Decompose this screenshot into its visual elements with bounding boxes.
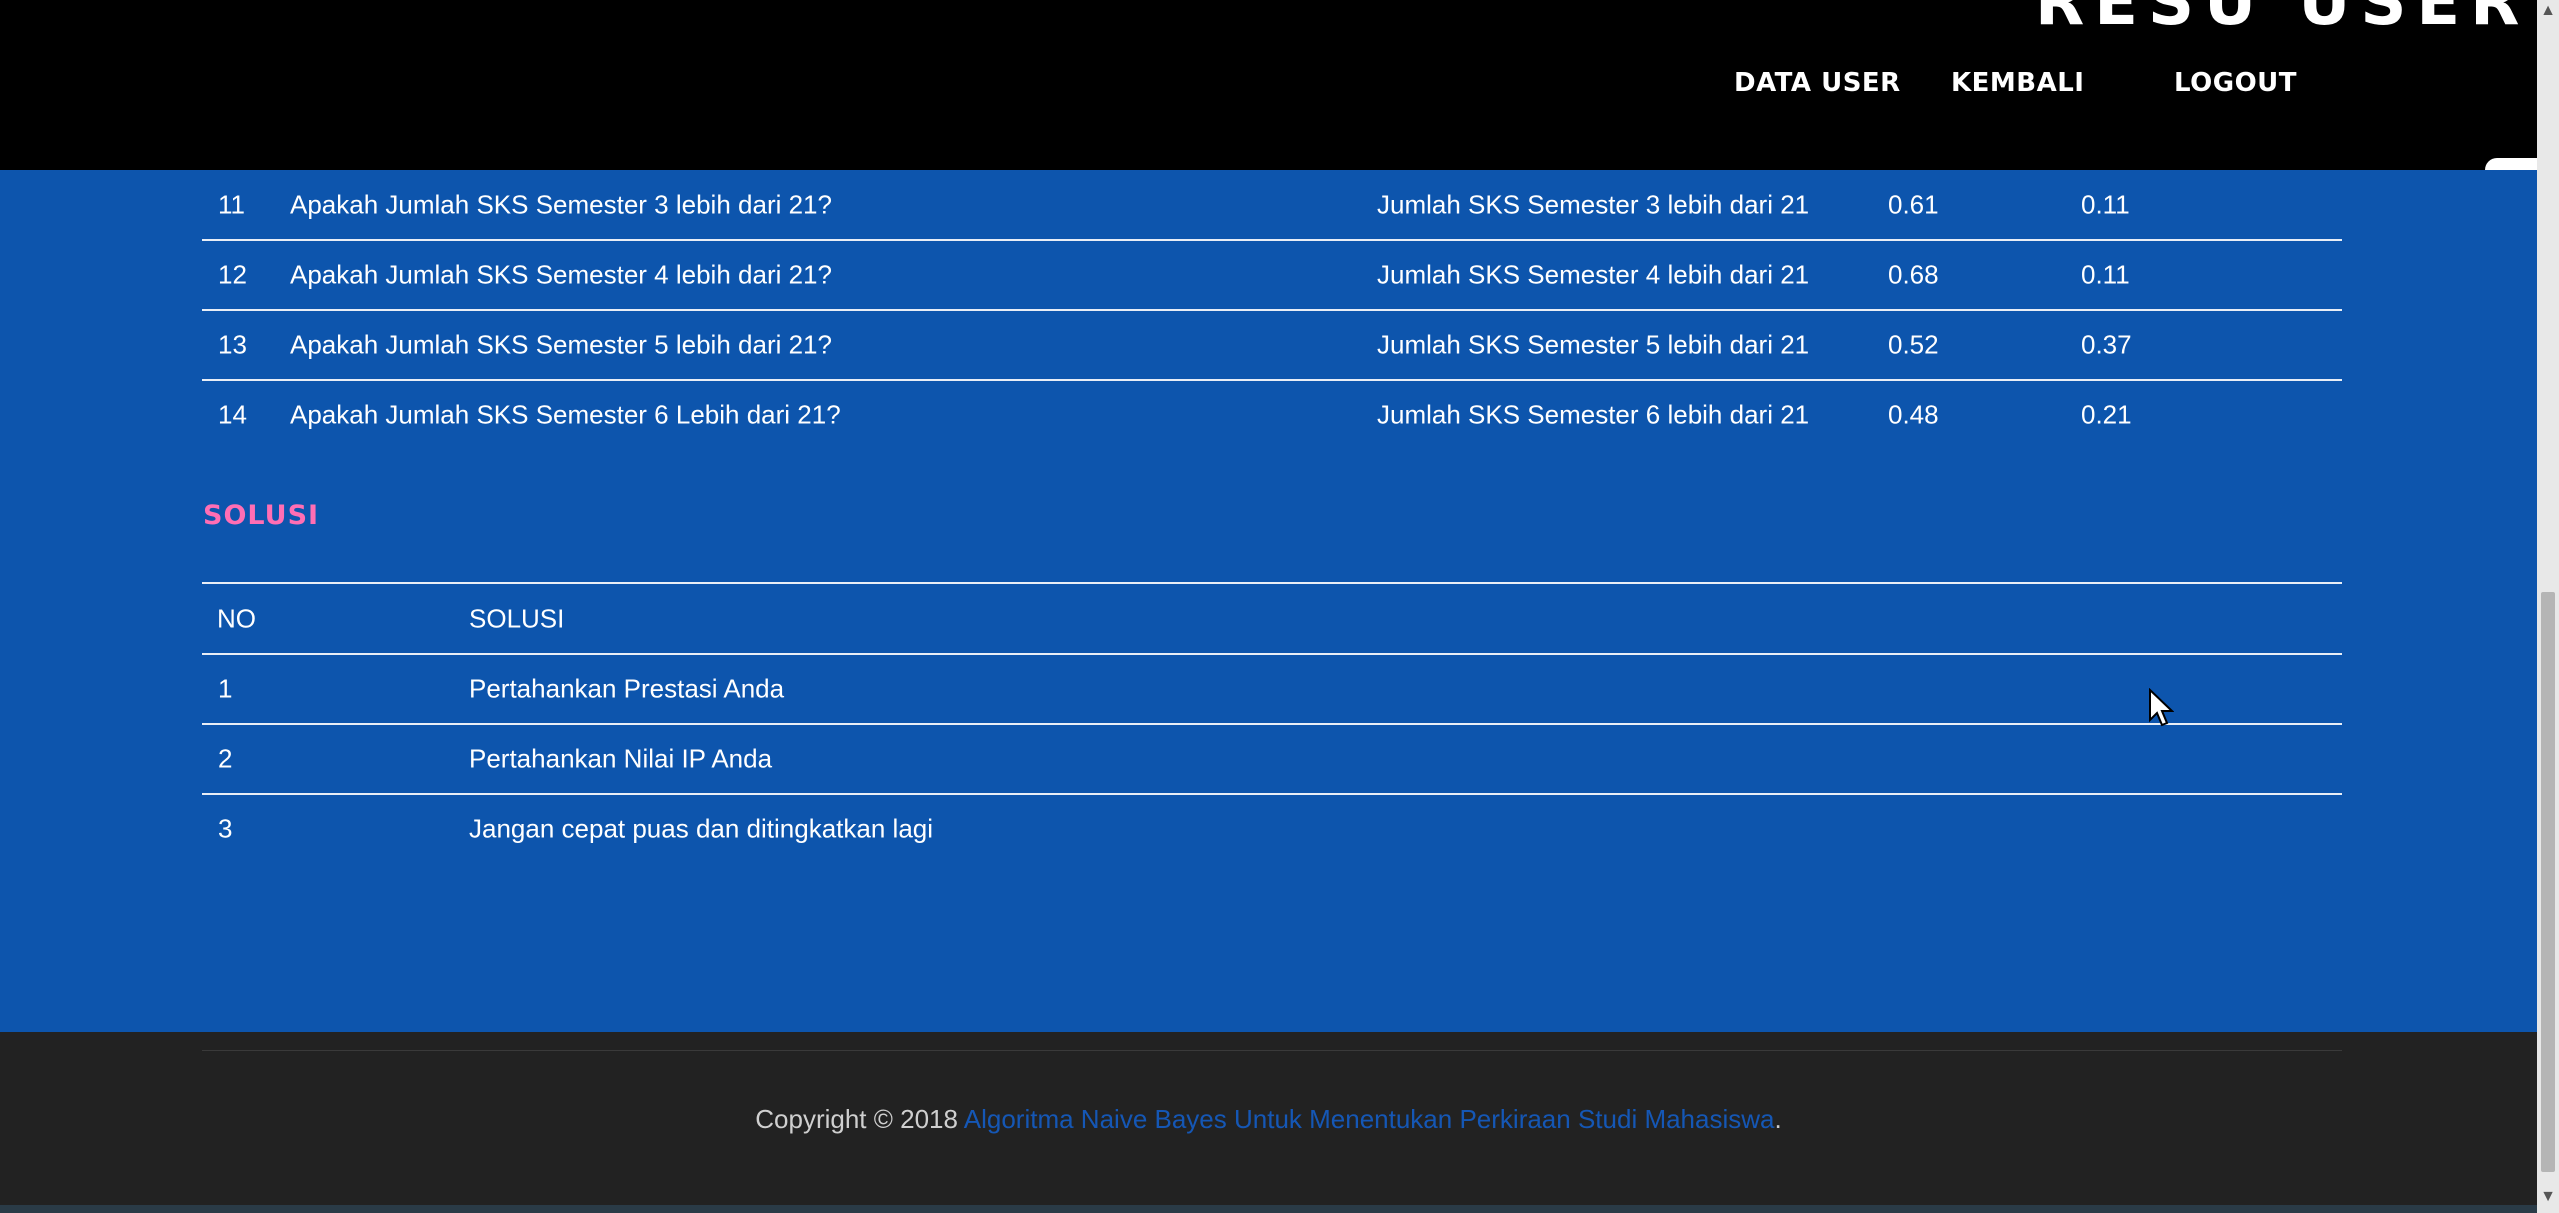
nav-corner-decoration	[2485, 158, 2537, 170]
value-2: 0.11	[2081, 189, 2130, 219]
scrollbar-thumb[interactable]	[2541, 592, 2555, 1172]
page-scrollbar[interactable]: ▲ ▼	[2537, 0, 2559, 1213]
header-solusi: SOLUSI	[469, 603, 565, 633]
table-row: 3 Jangan cepat puas dan ditingkatkan lag…	[202, 794, 2342, 863]
value-1: 0.52	[1888, 329, 1939, 359]
value-2: 0.11	[2081, 259, 2130, 289]
nav-logout[interactable]: LOGOUT	[2174, 68, 2297, 98]
navbar: RESU USER DATA USER KEMBALI LOGOUT	[0, 0, 2537, 170]
question-text: Apakah Jumlah SKS Semester 5 lebih dari …	[290, 329, 832, 359]
scroll-up-icon[interactable]: ▲	[2537, 2, 2559, 20]
question-no: 14	[218, 399, 247, 429]
gejala-text: Jumlah SKS Semester 5 lebih dari 21	[1377, 329, 1810, 359]
nav-data-user[interactable]: DATA USER	[1734, 68, 1901, 98]
solusi-text: Pertahankan Nilai IP Anda	[469, 743, 773, 773]
brand-title[interactable]: RESU USER	[2035, 0, 2529, 40]
table-header-row: NO SOLUSI	[202, 584, 2342, 655]
solusi-text: Pertahankan Prestasi Anda	[469, 673, 785, 703]
table-row: 13 Apakah Jumlah SKS Semester 5 lebih da…	[202, 310, 2342, 381]
solusi-no: 2	[218, 743, 233, 773]
solusi-text: Jangan cepat puas dan ditingkatkan lagi	[469, 813, 934, 843]
gejala-text: Jumlah SKS Semester 6 lebih dari 21	[1377, 399, 1810, 429]
value-2: 0.21	[2081, 399, 2132, 429]
table-row: 2 Pertahankan Nilai IP Anda	[202, 724, 2342, 795]
value-1: 0.48	[1888, 399, 1939, 429]
value-1: 0.68	[1888, 259, 1939, 289]
table-row: 14 Apakah Jumlah SKS Semester 6 Lebih da…	[202, 380, 2342, 449]
table-row: 11 Apakah Jumlah SKS Semester 3 lebih da…	[202, 170, 2342, 241]
copyright-end: .	[1774, 1104, 1782, 1134]
footer-divider	[202, 1050, 2342, 1051]
question-no: 11	[218, 189, 245, 219]
question-text: Apakah Jumlah SKS Semester 3 lebih dari …	[290, 189, 832, 219]
header-no: NO	[217, 603, 256, 633]
gejala-text: Jumlah SKS Semester 4 lebih dari 21	[1377, 259, 1810, 289]
question-text: Apakah Jumlah SKS Semester 4 lebih dari …	[290, 259, 832, 289]
solusi-no: 3	[218, 813, 233, 843]
copyright-text: Copyright © 2018	[755, 1104, 964, 1134]
scroll-down-icon[interactable]: ▼	[2537, 1188, 2559, 1206]
mouse-cursor-icon	[2149, 688, 2174, 727]
solusi-no: 1	[218, 673, 233, 703]
nav-kembali[interactable]: KEMBALI	[1951, 68, 2084, 98]
table-row: 1 Pertahankan Prestasi Anda	[202, 654, 2342, 725]
main-content: 11 Apakah Jumlah SKS Semester 3 lebih da…	[0, 170, 2537, 1032]
taskbar-strip	[0, 1205, 2537, 1213]
solusi-title: SOLUSI	[203, 500, 320, 531]
value-2: 0.37	[2081, 329, 2132, 359]
question-no: 12	[218, 259, 247, 289]
gejala-text: Jumlah SKS Semester 3 lebih dari 21	[1377, 189, 1810, 219]
footer-copyright: Copyright © 2018 Algoritma Naive Bayes U…	[0, 1104, 2537, 1135]
question-no: 13	[218, 329, 247, 359]
question-text: Apakah Jumlah SKS Semester 6 Lebih dari …	[290, 399, 841, 429]
footer-link[interactable]: Algoritma Naive Bayes Untuk Menentukan P…	[964, 1104, 1775, 1134]
table-row: 12 Apakah Jumlah SKS Semester 4 lebih da…	[202, 240, 2342, 311]
footer: Copyright © 2018 Algoritma Naive Bayes U…	[0, 1032, 2537, 1213]
value-1: 0.61	[1888, 189, 1939, 219]
